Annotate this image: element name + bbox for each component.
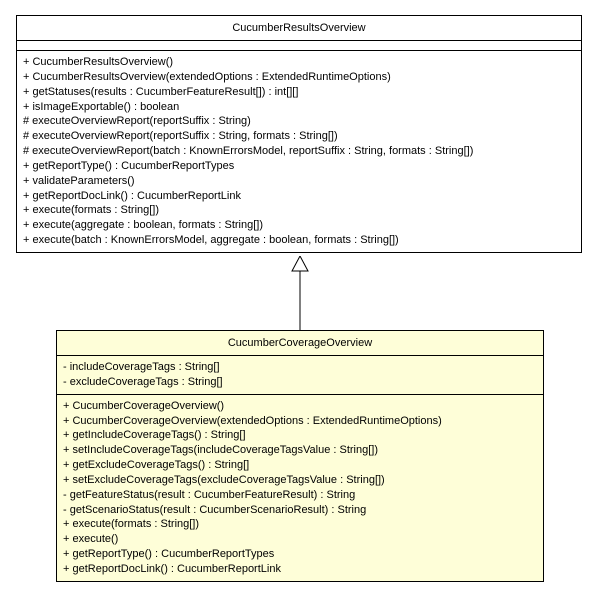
op: + setExcludeCoverageTags(excludeCoverage… <box>63 473 537 488</box>
op: + execute(formats : String[]) <box>23 203 575 218</box>
operations-section: + CucumberResultsOverview() + CucumberRe… <box>17 51 581 252</box>
op: # executeOverviewReport(reportSuffix : S… <box>23 129 575 144</box>
attributes-section: - includeCoverageTags : String[] - exclu… <box>57 356 543 395</box>
op: + CucumberResultsOverview() <box>23 55 575 70</box>
op: + execute(batch : KnownErrorsModel, aggr… <box>23 233 575 248</box>
op: + setIncludeCoverageTags(includeCoverage… <box>63 443 537 458</box>
class-title: CucumberResultsOverview <box>17 16 581 41</box>
op: + CucumberCoverageOverview(extendedOptio… <box>63 414 537 429</box>
op: + CucumberCoverageOverview() <box>63 399 537 414</box>
op: + getStatuses(results : CucumberFeatureR… <box>23 85 575 100</box>
op: + getIncludeCoverageTags() : String[] <box>63 428 537 443</box>
op: + isImageExportable() : boolean <box>23 100 575 115</box>
attributes-empty <box>17 41 581 51</box>
class-name-text: CucumberResultsOverview <box>232 22 365 34</box>
op: + execute() <box>63 532 537 547</box>
op: # executeOverviewReport(reportSuffix : S… <box>23 114 575 129</box>
op: # executeOverviewReport(batch : KnownErr… <box>23 144 575 159</box>
op: + getExcludeCoverageTags() : String[] <box>63 458 537 473</box>
class-name-text: CucumberCoverageOverview <box>228 337 372 349</box>
op: + validateParameters() <box>23 174 575 189</box>
op: + execute(formats : String[]) <box>63 517 537 532</box>
operations-section: + CucumberCoverageOverview() + CucumberC… <box>57 395 543 581</box>
op: + getReportType() : CucumberReportTypes <box>23 159 575 174</box>
op: + execute(aggregate : boolean, formats :… <box>23 218 575 233</box>
op: + CucumberResultsOverview(extendedOption… <box>23 70 575 85</box>
uml-class-parent: CucumberResultsOverview + CucumberResult… <box>16 15 582 253</box>
op: + getReportType() : CucumberReportTypes <box>63 547 537 562</box>
op: + getReportDocLink() : CucumberReportLin… <box>23 189 575 204</box>
class-title: CucumberCoverageOverview <box>57 331 543 356</box>
op: - getScenarioStatus(result : CucumberSce… <box>63 503 537 518</box>
op: + getReportDocLink() : CucumberReportLin… <box>63 562 537 577</box>
attr: - includeCoverageTags : String[] <box>63 360 537 375</box>
op: - getFeatureStatus(result : CucumberFeat… <box>63 488 537 503</box>
attr: - excludeCoverageTags : String[] <box>63 375 537 390</box>
generalization-arrow-icon <box>290 256 310 330</box>
uml-class-child: CucumberCoverageOverview - includeCovera… <box>56 330 544 582</box>
